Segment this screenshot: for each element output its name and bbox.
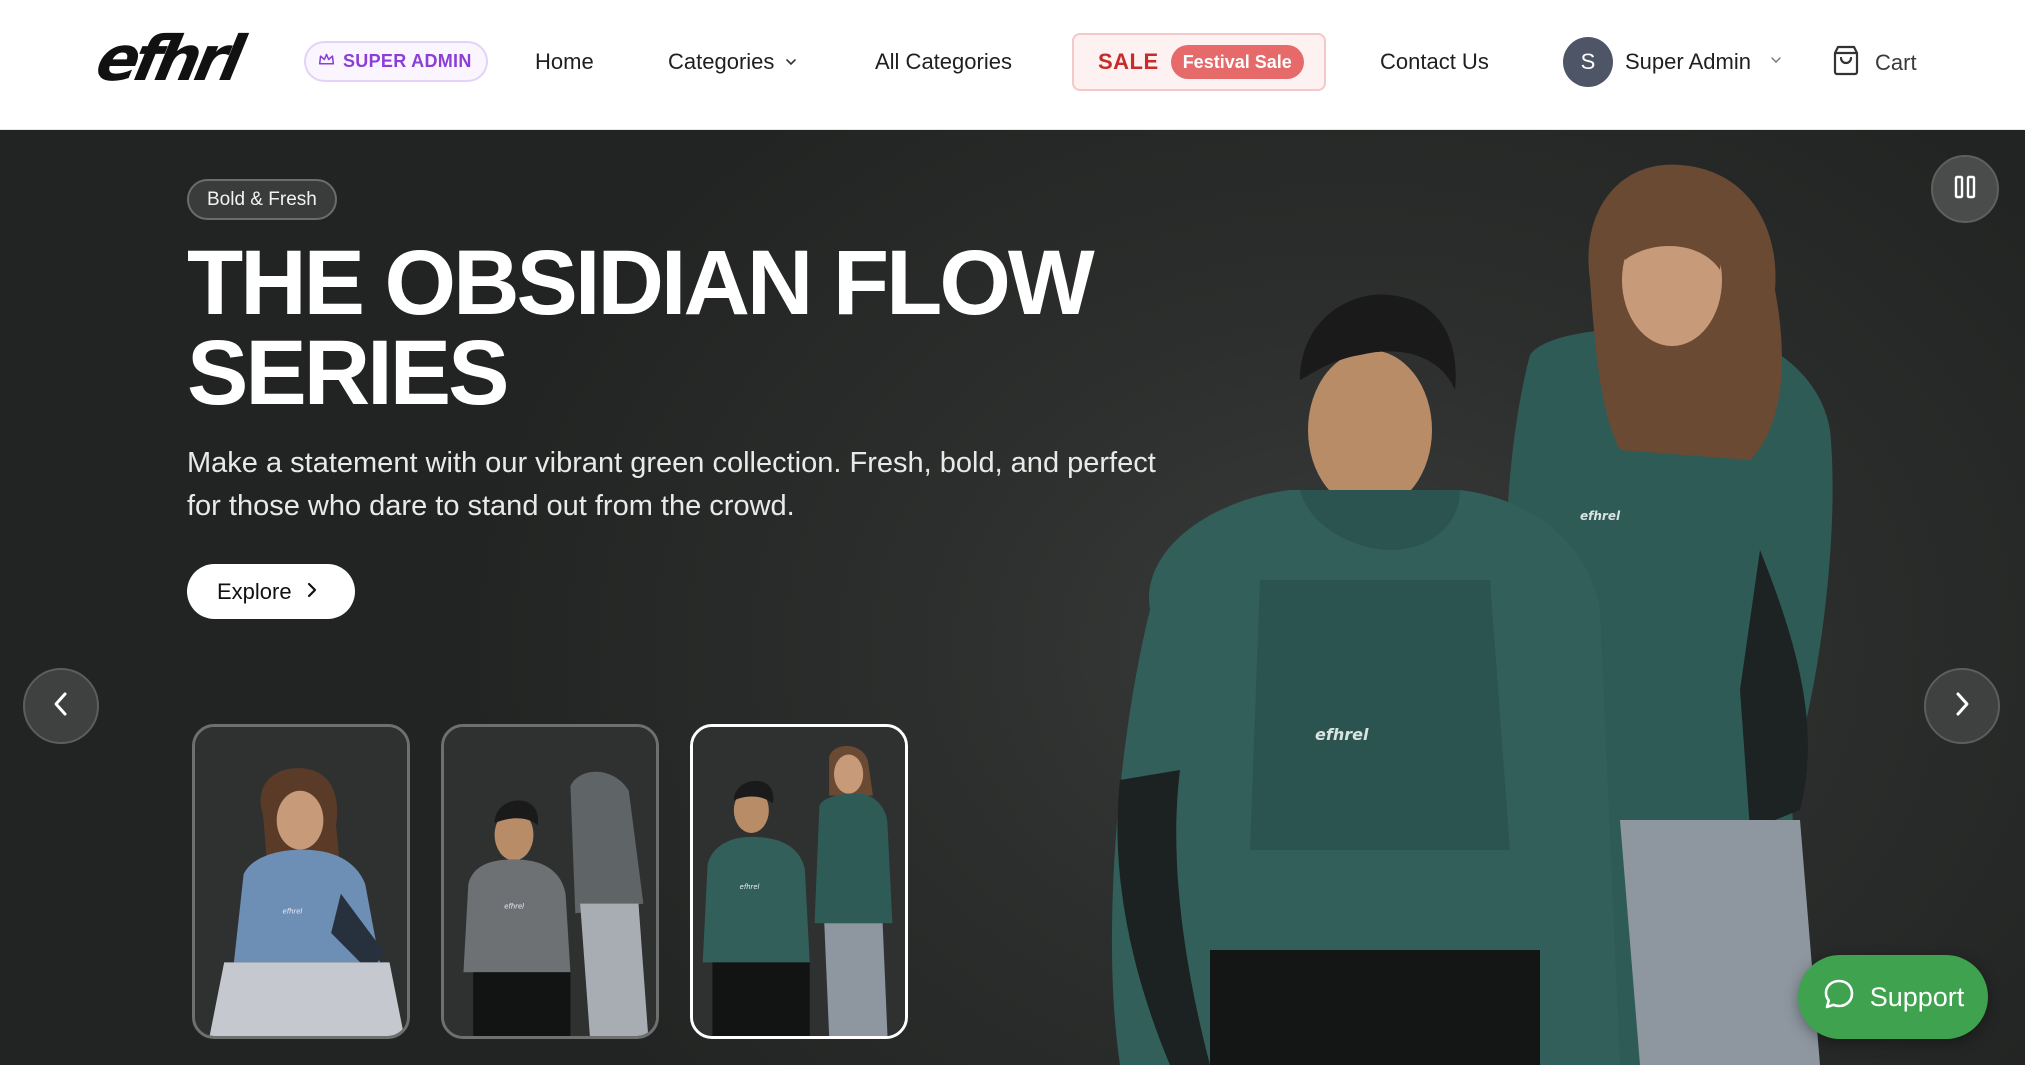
user-name: Super Admin	[1625, 49, 1751, 74]
svg-text:efhrel: efhrel	[1315, 725, 1369, 744]
thumbnail-image: efhrel	[444, 727, 656, 1036]
next-slide-button[interactable]	[1924, 668, 2000, 744]
chevron-right-icon	[306, 579, 318, 605]
site-header: efhrl SUPER ADMIN Home Categories All Ca…	[0, 0, 2025, 130]
support-chat-button[interactable]: Support	[1798, 955, 1988, 1039]
sale-label: SALE	[1098, 49, 1159, 74]
avatar: S	[1563, 37, 1613, 87]
pause-slideshow-button[interactable]	[1931, 155, 1999, 223]
nav-all-categories-link[interactable]: All Categories	[875, 48, 1012, 76]
brand-logo[interactable]: efhrl	[90, 22, 280, 96]
slide-thumbnail-2[interactable]: efhrel	[441, 724, 659, 1039]
brand-logo-text: efhrl	[90, 22, 246, 95]
nav-contact-link[interactable]: Contact Us	[1380, 48, 1489, 76]
hero-title: THE OBSIDIAN FLOW SERIES	[187, 237, 1187, 419]
svg-text:efhrel: efhrel	[283, 907, 303, 915]
svg-text:efhrel: efhrel	[740, 883, 760, 891]
cart-label: Cart	[1875, 49, 1917, 75]
cart-button[interactable]: Cart	[1831, 44, 1917, 81]
hero-carousel: efhrel efhrel Bold & Fresh THE OBSIDIAN …	[0, 130, 2025, 1065]
chat-bubble-icon	[1822, 977, 1856, 1018]
thumbnail-image: efhrel	[195, 727, 407, 1036]
super-admin-badge: SUPER ADMIN	[304, 41, 488, 82]
crown-icon	[318, 51, 335, 73]
nav-categories-label: Categories	[668, 49, 775, 74]
thumbnail-image: efhrel	[693, 727, 905, 1036]
pause-icon	[1954, 174, 1976, 205]
slide-thumbnail-1[interactable]: efhrel	[192, 724, 410, 1039]
explore-button-label: Explore	[217, 578, 292, 604]
cart-icon	[1831, 44, 1861, 81]
explore-button[interactable]: Explore	[187, 564, 355, 619]
nav-categories-dropdown[interactable]: Categories	[668, 48, 798, 76]
festival-sale-chip: Festival Sale	[1170, 45, 1304, 79]
svg-text:efhrel: efhrel	[504, 902, 524, 910]
hero-tag: Bold & Fresh	[187, 179, 337, 220]
support-label: Support	[1869, 981, 1965, 1012]
hero-image: efhrel efhrel	[1060, 130, 1960, 1065]
user-menu[interactable]: S Super Admin	[1563, 37, 1783, 87]
nav-home-link[interactable]: Home	[535, 48, 594, 76]
chevron-right-icon	[1954, 691, 1970, 722]
hero-title-line-2: SERIES	[187, 322, 509, 424]
hero-title-line-1: THE OBSIDIAN FLOW	[187, 232, 1095, 334]
sale-link[interactable]: SALE Festival Sale	[1072, 33, 1326, 91]
svg-text:efhrel: efhrel	[1580, 509, 1621, 523]
slide-thumbnail-3-active[interactable]: efhrel	[690, 724, 908, 1039]
chevron-down-icon	[784, 48, 798, 76]
previous-slide-button[interactable]	[23, 668, 99, 744]
chevron-left-icon	[53, 691, 69, 722]
super-admin-badge-label: SUPER ADMIN	[343, 51, 472, 71]
hero-description: Make a statement with our vibrant green …	[187, 447, 1156, 522]
chevron-down-icon	[1763, 53, 1783, 72]
